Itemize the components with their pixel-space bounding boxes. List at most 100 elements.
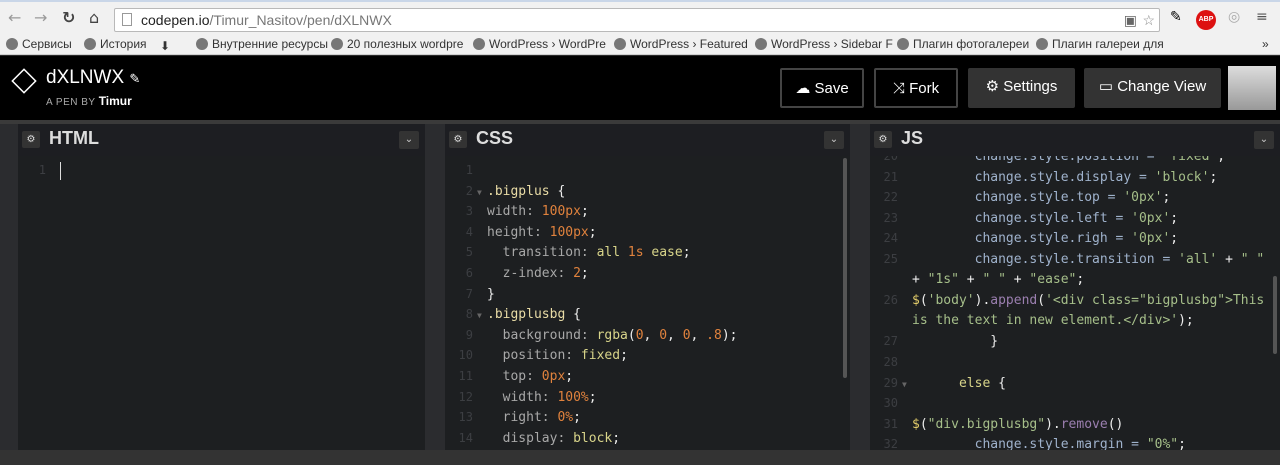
bookmark-item[interactable]: История bbox=[84, 37, 147, 51]
bookmark-item[interactable]: 20 полезных wordpre bbox=[331, 37, 463, 51]
resize-handle[interactable] bbox=[850, 124, 870, 450]
menu-icon[interactable]: ≡ bbox=[1256, 9, 1268, 25]
change-view-button[interactable]: ▭ Change View bbox=[1084, 68, 1221, 108]
fold-arrow-icon[interactable]: ▼ bbox=[477, 183, 487, 204]
line-number: 3 bbox=[465, 204, 473, 219]
css-editor[interactable]: 1 2 ▼ .bigplus {3 width: 100px; 4 height: 100p… bbox=[445, 156, 850, 450]
code-token: } bbox=[912, 334, 999, 350]
code-token: + bbox=[1005, 271, 1030, 287]
line-number: 23 bbox=[883, 210, 898, 225]
code-line: 27 } bbox=[870, 331, 999, 352]
code-token: all bbox=[596, 245, 628, 261]
translate-icon[interactable]: ▣ bbox=[1124, 9, 1137, 31]
line-number: 10 bbox=[458, 348, 473, 363]
code-token: ; bbox=[1162, 190, 1171, 206]
line-number: 1 bbox=[465, 163, 473, 177]
footer-bar bbox=[0, 450, 1280, 465]
code-line: 28 bbox=[870, 352, 912, 373]
code-line: 12 width: 100%; bbox=[445, 387, 597, 408]
code-token: ; bbox=[573, 410, 581, 426]
codepen-logo-icon[interactable] bbox=[11, 68, 37, 94]
code-token: ; bbox=[1217, 156, 1226, 164]
author-link[interactable]: Timur bbox=[99, 94, 132, 108]
html-editor[interactable]: 1 bbox=[18, 156, 425, 450]
line-number: 27 bbox=[883, 334, 898, 349]
code-token: $ bbox=[912, 416, 920, 432]
bookmark-item[interactable]: WordPress › Sidebar F bbox=[755, 37, 893, 51]
back-icon[interactable]: ← bbox=[8, 8, 21, 27]
edit-pencil-icon[interactable]: ✎ bbox=[129, 71, 140, 86]
code-token: is the text in new element.</div>' bbox=[912, 312, 1179, 328]
js-editor[interactable]: 20 change.style.position = 'fixed'; 21 ch… bbox=[870, 156, 1280, 450]
code-line: 11 top: 0px; bbox=[445, 366, 574, 387]
code-token: .bigplus bbox=[487, 183, 558, 199]
code-line: + "1s" + " " + "ease"; bbox=[870, 270, 1084, 291]
code-token: .8 bbox=[706, 327, 722, 343]
resize-handle[interactable] bbox=[425, 124, 445, 450]
user-avatar[interactable] bbox=[1228, 66, 1276, 110]
html-settings-icon[interactable]: ⚙ bbox=[22, 131, 40, 148]
bookmark-icon bbox=[6, 38, 18, 50]
scrollbar[interactable] bbox=[843, 158, 847, 378]
chevron-down-icon[interactable]: ⌄ bbox=[824, 131, 844, 149]
eyedropper-extension-icon[interactable]: ✎ bbox=[1170, 9, 1182, 25]
code-token: transition: bbox=[487, 245, 597, 261]
code-line: 13 right: 0%; bbox=[445, 407, 581, 428]
bookmark-item[interactable]: Сервисы bbox=[6, 37, 72, 51]
chevron-down-icon[interactable]: ⌄ bbox=[1254, 131, 1274, 149]
code-line: 20 change.style.position = 'fixed'; bbox=[870, 156, 1226, 167]
code-token: '0px' bbox=[1123, 190, 1163, 206]
fork-button[interactable]: ⤨ Fork bbox=[874, 68, 958, 108]
bookmark-item[interactable]: WordPress › WordPre bbox=[473, 37, 606, 51]
reload-icon[interactable]: ↻ bbox=[62, 8, 75, 27]
line-number: 31 bbox=[883, 416, 898, 431]
adblock-icon[interactable]: ABP bbox=[1196, 10, 1216, 30]
js-settings-icon[interactable]: ⚙ bbox=[874, 131, 892, 148]
line-number: 30 bbox=[883, 396, 898, 411]
chevron-down-icon[interactable]: ⌄ bbox=[399, 131, 419, 149]
save-button[interactable]: ☁ Save bbox=[780, 68, 864, 108]
code-line: 32 change.style.margin = "0%"; bbox=[870, 434, 1186, 450]
code-token: + bbox=[1217, 252, 1241, 267]
pen-title[interactable]: dXLNWX ✎ bbox=[46, 67, 140, 89]
code-line: 25 change.style.transition = 'all' + " " bbox=[870, 249, 1265, 270]
css-settings-icon[interactable]: ⚙ bbox=[449, 131, 467, 148]
code-token: .bigplusbg bbox=[487, 307, 574, 323]
fold-arrow-icon[interactable]: ▼ bbox=[902, 375, 912, 396]
code-token: "0%" bbox=[1146, 437, 1179, 450]
code-token: () bbox=[1107, 416, 1124, 432]
fold-arrow-icon[interactable]: ▼ bbox=[477, 306, 487, 327]
line-number: 12 bbox=[458, 389, 473, 404]
bookmark-item[interactable]: WordPress › Featured bbox=[614, 37, 748, 51]
code-token: 'fixed' bbox=[1162, 156, 1218, 164]
settings-button[interactable]: ⚙ Settings bbox=[968, 68, 1075, 108]
code-line: 6 z-index: 2; bbox=[445, 263, 589, 284]
address-bar[interactable]: codepen.io/Timur_Nasitov/pen/dXLNWX ▣ ☆ bbox=[114, 8, 1160, 32]
codepen-header: dXLNWX ✎ A PEN BY Timur ☁ Save ⤨ Fork ⚙ … bbox=[0, 56, 1280, 120]
bookmark-item[interactable]: Плагин галереи для bbox=[1036, 37, 1164, 51]
star-icon[interactable]: ☆ bbox=[1142, 9, 1155, 31]
forward-icon[interactable]: → bbox=[34, 8, 47, 27]
code-line: 26 $('body').append('<div class="bigplusb… bbox=[870, 290, 1265, 311]
css-panel: ⚙ CSS ⌄ 1 2 ▼ .bigplus {3 width: 100px; 4 height… bbox=[445, 124, 850, 450]
more-bookmarks-button[interactable]: » bbox=[1262, 37, 1269, 51]
code-token: change bbox=[912, 156, 1022, 164]
bookmark-item[interactable]: Внутренние ресурсы bbox=[196, 37, 328, 51]
html-panel: ⚙ HTML ⌄ 1 bbox=[18, 124, 425, 450]
scrollbar[interactable] bbox=[1273, 276, 1277, 354]
bookmark-item[interactable]: ⬇ bbox=[160, 37, 174, 53]
cloud-icon: ☁ bbox=[795, 80, 811, 97]
bookmark-item[interactable]: Плагин фотогалереи bbox=[897, 37, 1029, 51]
code-token: ; bbox=[580, 266, 589, 281]
line-number: 4 bbox=[465, 224, 473, 239]
code-token: 1s bbox=[627, 245, 652, 261]
compass-extension-icon[interactable]: ◎ bbox=[1228, 9, 1240, 25]
bookmark-icon: ⬇ bbox=[160, 39, 171, 53]
code-token: ; bbox=[1076, 271, 1085, 287]
line-number: 20 bbox=[883, 156, 898, 163]
home-icon[interactable]: ⌂ bbox=[89, 8, 99, 27]
bookmark-icon bbox=[897, 38, 909, 50]
code-token: " " bbox=[1240, 252, 1265, 267]
code-token: ; bbox=[612, 430, 621, 446]
code-token: 2 bbox=[573, 266, 581, 281]
